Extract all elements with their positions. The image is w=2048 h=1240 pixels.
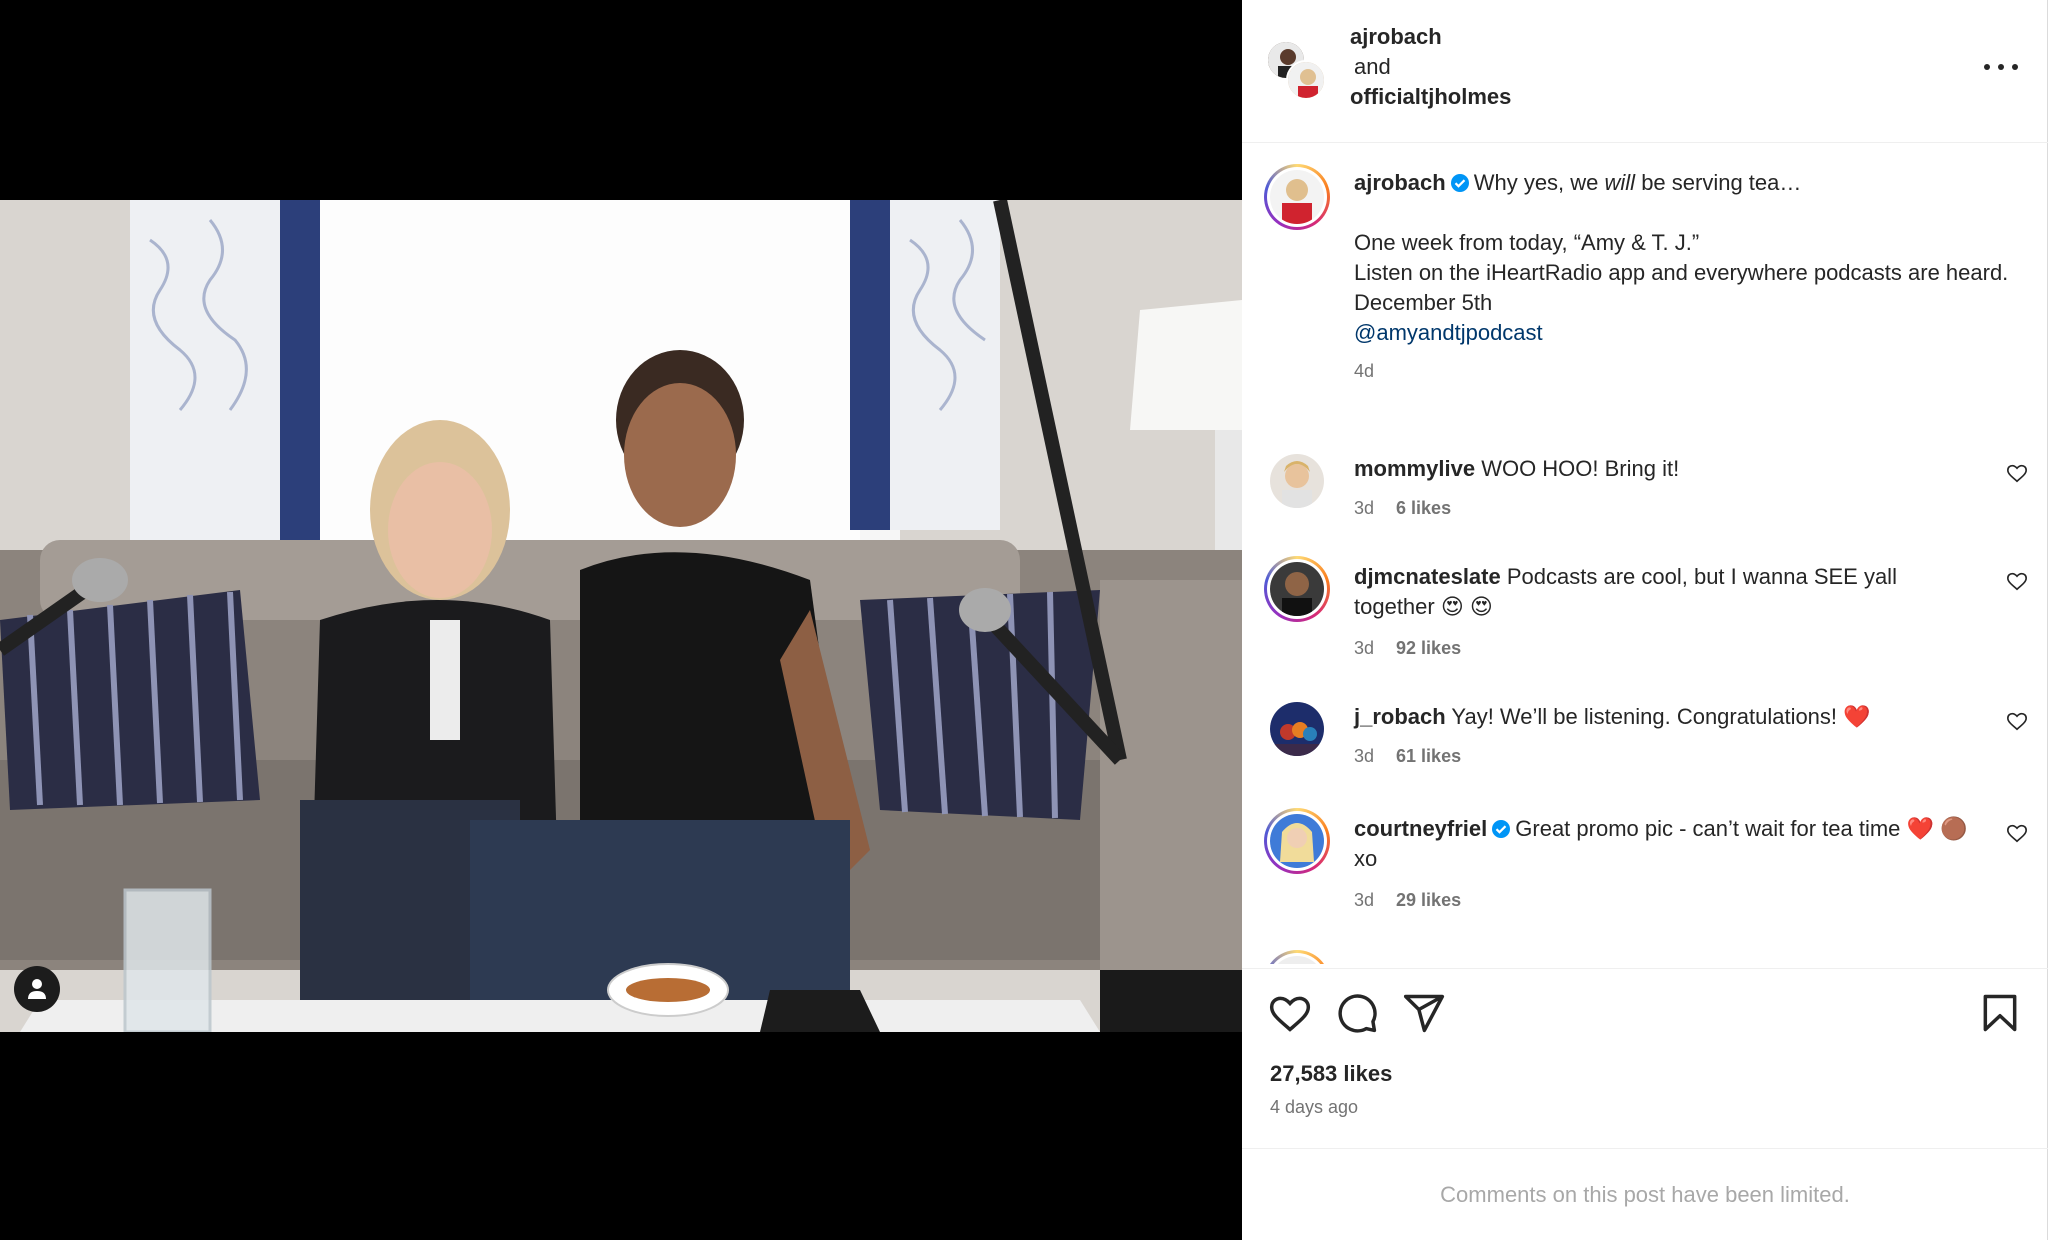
comment-like-heart-icon[interactable]: [2006, 710, 2028, 732]
caption-avatar[interactable]: [1264, 164, 1330, 230]
comment-like-heart-icon[interactable]: [2006, 822, 2028, 844]
comment-text: WOO HOO! Bring it!: [1481, 456, 1680, 481]
avatar[interactable]: [1270, 454, 1324, 508]
comment-username[interactable]: j_robach: [1354, 704, 1446, 729]
avatar[interactable]: [1264, 950, 1330, 964]
collab-avatars[interactable]: [1266, 40, 1328, 102]
verified-badge-icon: [1450, 174, 1469, 192]
heart-icon[interactable]: [1268, 991, 1312, 1035]
comment-username[interactable]: courtneyfriel: [1354, 816, 1487, 841]
post-timestamp[interactable]: 4 days ago: [1270, 1097, 1358, 1118]
comment-item: djmcnateslate Podcasts are cool, but I w…: [1242, 556, 2048, 682]
caption-text-1c: be serving tea…: [1635, 170, 1802, 195]
user-tag-button[interactable]: [14, 966, 60, 1012]
avatar[interactable]: [1264, 808, 1330, 874]
header-and-text: and: [1354, 54, 1391, 79]
comment-age: 3d: [1354, 638, 1375, 658]
caption-text-3: Listen on the iHeartRadio app and everyw…: [1354, 260, 2009, 285]
comment-item: mommylive WOO HOO! Bring it! 3d 6 likes: [1242, 454, 2048, 554]
post-caption: ajrobach Why yes, we will be serving tea……: [1354, 168, 2014, 386]
caption-text-4: December 5th: [1354, 290, 1493, 315]
comment-username[interactable]: mommylive: [1354, 456, 1475, 481]
post-photo[interactable]: [0, 200, 1242, 1032]
avatar[interactable]: [1270, 702, 1324, 756]
comment-age: 3d: [1354, 746, 1375, 766]
collab-usernames: ajrobach and officialtjholmes: [1350, 22, 1511, 112]
more-options-icon[interactable]: [1984, 52, 2018, 82]
caption-mention-link[interactable]: @amyandtjpodcast: [1354, 320, 1543, 345]
post-header: ajrobach and officialtjholmes: [1242, 0, 2048, 143]
caption-username[interactable]: ajrobach: [1354, 170, 1446, 195]
comment-likes[interactable]: 61 likes: [1396, 746, 1461, 766]
user-tag-icon: [28, 979, 46, 999]
comment-like-heart-icon[interactable]: [2006, 462, 2028, 484]
comment-likes[interactable]: 29 likes: [1396, 890, 1461, 910]
avatar: [1286, 60, 1326, 100]
caption-age: 4d: [1354, 361, 1375, 381]
share-icon[interactable]: [1402, 991, 1446, 1035]
header-username-2[interactable]: officialtjholmes: [1350, 82, 1511, 112]
comment-item: courtneyfriel Great promo pic - can’t wai…: [1242, 808, 2048, 934]
post-like-count[interactable]: 27,583 likes: [1270, 1061, 1392, 1087]
post-media[interactable]: [0, 0, 1242, 1240]
comment-likes[interactable]: 92 likes: [1396, 638, 1461, 658]
comments-scroll-area[interactable]: ajrobach Why yes, we will be serving tea……: [1242, 144, 2048, 964]
caption-text-2: One week from today, “Amy & T. J.”: [1354, 230, 1700, 255]
comment-item: j_robach Yay! We’ll be listening. Congra…: [1242, 702, 2048, 802]
header-username-1[interactable]: ajrobach: [1350, 22, 1511, 52]
post-details-panel: ajrobach and officialtjholmes ajrobach Wh…: [1242, 0, 2048, 1240]
avatar[interactable]: [1264, 556, 1330, 622]
comments-limited-notice: Comments on this post have been limited.: [1242, 1148, 2048, 1240]
caption-text-1b: will: [1604, 170, 1636, 195]
caption-text-1a: Why yes, we: [1473, 170, 1605, 195]
verified-badge-icon: [1492, 820, 1511, 838]
post-actions: 27,583 likes 4 days ago: [1242, 968, 2048, 1148]
comment-icon[interactable]: [1335, 991, 1379, 1035]
bookmark-icon[interactable]: [1978, 991, 2022, 1035]
comment-text: Yay! We’ll be listening. Congratulations…: [1451, 704, 1871, 729]
comment-age: 3d: [1354, 498, 1375, 518]
comment-likes[interactable]: 6 likes: [1396, 498, 1451, 518]
post-photo-image: [0, 200, 1242, 1032]
comment-like-heart-icon[interactable]: [2006, 570, 2028, 592]
comment-age: 3d: [1354, 890, 1375, 910]
comment-username[interactable]: djmcnateslate: [1354, 564, 1501, 589]
